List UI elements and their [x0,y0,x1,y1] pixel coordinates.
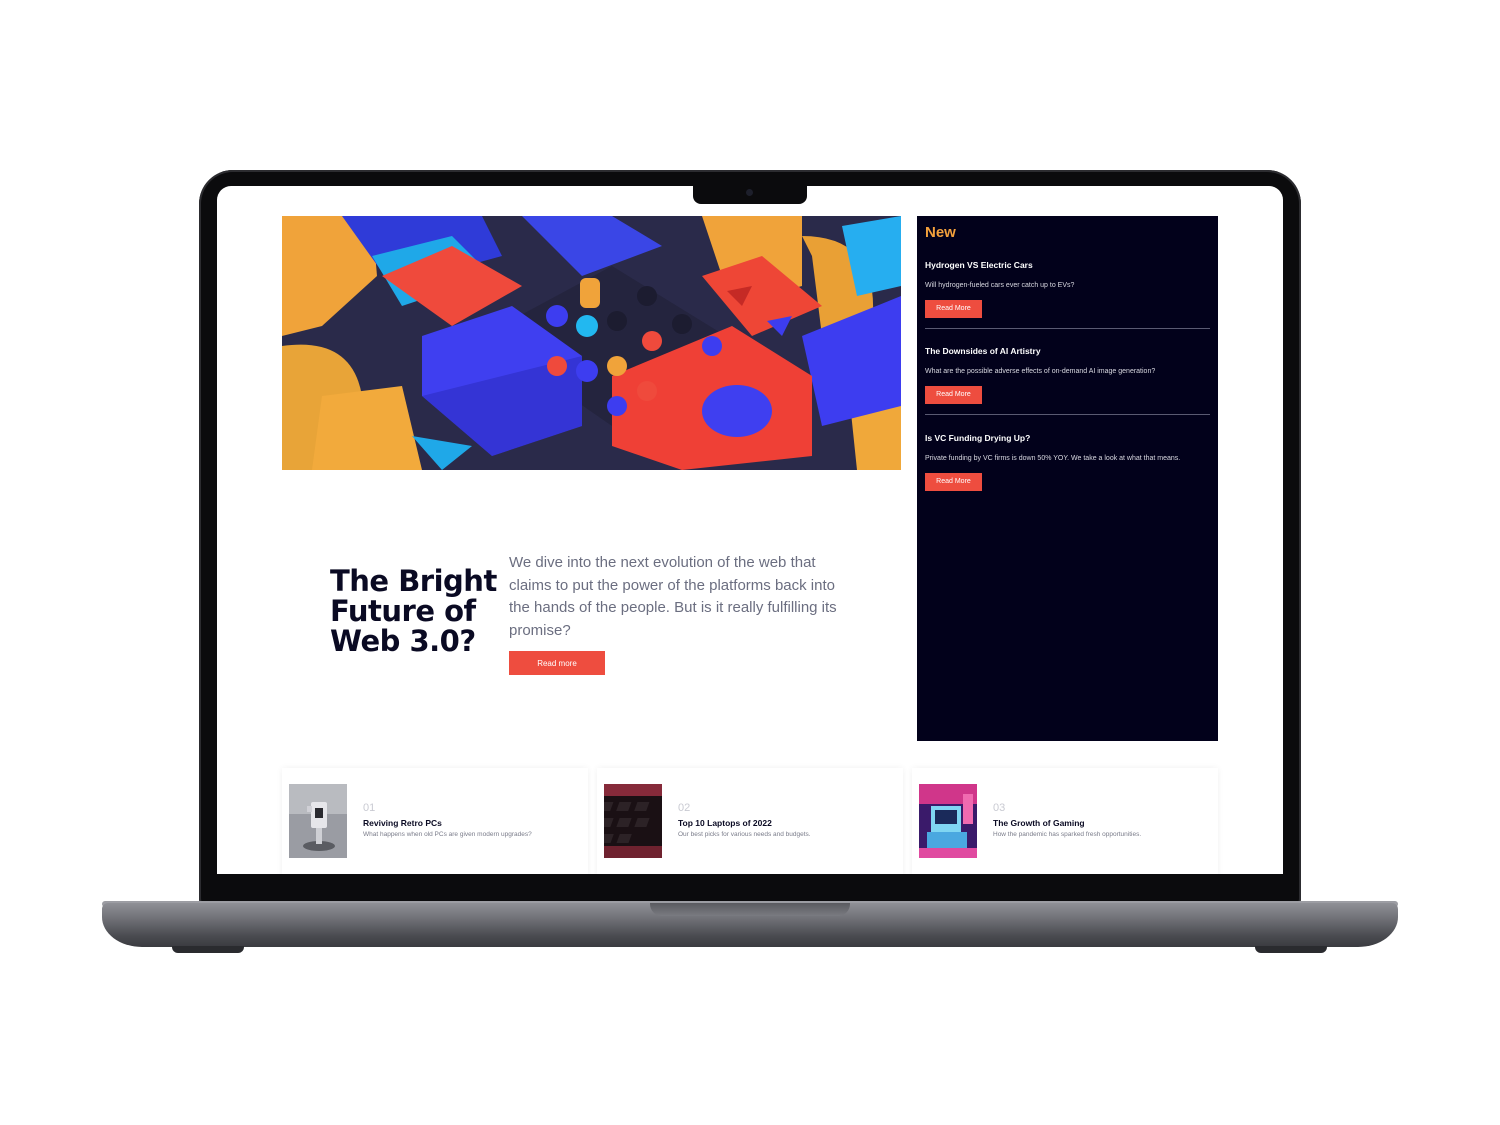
card-title: Reviving Retro PCs [363,818,442,828]
card-thumbnail-arcade [919,784,977,858]
sidebar-heading: New [925,224,956,241]
card-description: What happens when old PCs are given mode… [363,831,532,838]
camera-icon [746,189,753,196]
news-divider [925,414,1210,415]
news-item: The Downsides of AI Artistry What are th… [925,346,1210,404]
news-item-title[interactable]: Hydrogen VS Electric Cars [925,260,1210,270]
laptop-screen: The Bright Future of Web 3.0? We dive in… [217,186,1283,874]
hero-title: The Bright Future of Web 3.0? [330,564,497,658]
card-description: How the pandemic has sparked fresh oppor… [993,831,1142,838]
news-sidebar: New Hydrogen VS Electric Cars Will hydro… [917,216,1218,741]
card-description: Our best picks for various needs and bud… [678,831,811,838]
news-read-more-button[interactable]: Read More [925,386,982,404]
card-thumbnail-laptop-keyboard [604,784,662,858]
article-card[interactable]: 01 Reviving Retro PCs What happens when … [282,768,588,874]
news-item-title[interactable]: The Downsides of AI Artistry [925,346,1210,356]
news-item-title[interactable]: Is VC Funding Drying Up? [925,433,1210,443]
news-item-subtitle: Will hydrogen-fueled cars ever catch up … [925,282,1075,289]
hero-description: We dive into the next evolution of the w… [509,554,837,639]
hero-image [282,216,901,470]
article-card[interactable]: 03 The Growth of Gaming How the pandemic… [912,768,1218,874]
laptop-foot-left [172,946,244,953]
news-read-more-button[interactable]: Read More [925,473,982,491]
news-divider [925,328,1210,329]
laptop-foot-right [1255,946,1327,953]
laptop-lid-opening [650,903,850,916]
card-title: Top 10 Laptops of 2022 [678,818,772,828]
card-number: 03 [993,802,1006,814]
article-card[interactable]: 02 Top 10 Laptops of 2022 Our best picks… [597,768,903,874]
news-item: Is VC Funding Drying Up? Private funding… [925,433,1210,491]
article-cards: 01 Reviving Retro PCs What happens when … [282,768,1219,874]
mockup-stage: The Bright Future of Web 3.0? We dive in… [0,0,1500,1125]
card-number: 02 [678,802,691,814]
news-item: Hydrogen VS Electric Cars Will hydrogen-… [925,260,1210,318]
news-item-subtitle: What are the possible adverse effects of… [925,368,1156,375]
news-item-subtitle: Private funding by VC firms is down 50% … [925,455,1181,462]
hero-read-more-button[interactable]: Read more [509,651,605,675]
card-number: 01 [363,802,376,814]
card-thumbnail-retro-pc [289,784,347,858]
news-read-more-button[interactable]: Read More [925,300,982,318]
card-title: The Growth of Gaming [993,818,1085,828]
